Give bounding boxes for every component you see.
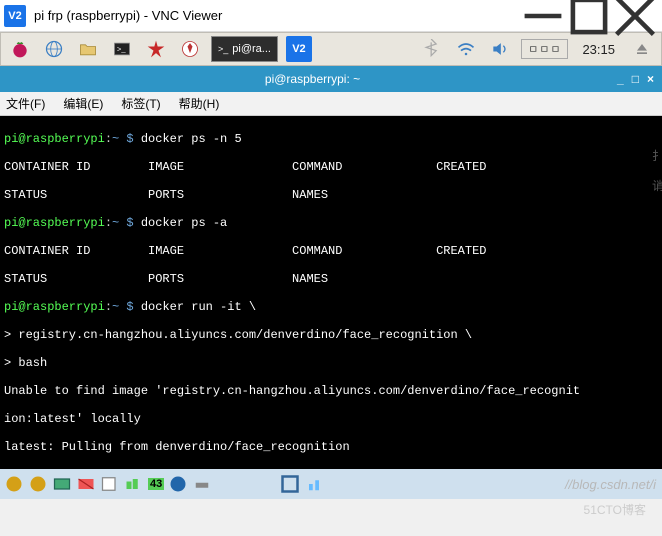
terminal-content[interactable]: pi@raspberrypi:~ $ docker ps -n 5 CONTAI… — [0, 116, 662, 469]
tray-icon[interactable] — [304, 475, 324, 493]
vnc-logo-icon: V2 — [4, 5, 26, 27]
task-label: pi@ra... — [232, 43, 271, 55]
volume-icon[interactable] — [487, 36, 513, 62]
taskbar-clock[interactable]: 23:15 — [582, 42, 615, 57]
inner-close-button[interactable]: × — [647, 72, 654, 86]
outer-window-titlebar: V2 pi frp (raspberrypi) - VNC Viewer — [0, 0, 662, 32]
side-char: 诮 — [652, 177, 662, 194]
output-line: CONTAINER ID IMAGE COMMAND CREATED — [4, 160, 658, 174]
taskbar-item-terminal[interactable]: >_ pi@ra... — [211, 36, 278, 62]
tray-icon[interactable] — [76, 475, 96, 493]
web-browser-icon[interactable] — [41, 36, 67, 62]
inner-maximize-button[interactable]: □ — [632, 72, 639, 86]
prompt-user: pi@raspberrypi — [4, 216, 105, 230]
minimize-button[interactable] — [520, 1, 566, 31]
menu-help[interactable]: 帮助(H) — [179, 95, 220, 112]
close-button[interactable] — [612, 1, 658, 31]
output-line: > registry.cn-hangzhou.aliyuncs.com/denv… — [4, 328, 658, 342]
tray-icon[interactable] — [100, 475, 120, 493]
battery-percent: 43 — [148, 478, 164, 490]
tray-icon[interactable] — [52, 475, 72, 493]
tray-icon[interactable] — [124, 475, 144, 493]
menu-tabs[interactable]: 标签(T) — [121, 95, 160, 112]
output-line: ion:latest' locally — [4, 412, 658, 426]
colon: : — [105, 216, 112, 230]
tray-icon[interactable] — [280, 475, 300, 493]
prompt-dollar: $ — [119, 132, 141, 146]
terminal-small-icon: >_ — [218, 44, 228, 54]
tray-icon[interactable] — [28, 475, 48, 493]
prompt-dollar: $ — [119, 216, 141, 230]
terminal-icon[interactable]: >_ — [109, 36, 135, 62]
command-text: docker run -it \ — [141, 300, 256, 314]
system-tray: ㅁㅁㅁ 23:15 — [419, 36, 655, 62]
outer-window-title: pi frp (raspberrypi) - VNC Viewer — [34, 8, 520, 23]
eject-icon[interactable] — [629, 36, 655, 62]
raspberry-menu-icon[interactable] — [7, 36, 33, 62]
output-line: > bash — [4, 356, 658, 370]
side-chars: 扌 诮 — [652, 140, 662, 200]
watermark-text: //blog.csdn.net/i — [565, 477, 656, 492]
rpi-taskbar: >_ >_ pi@ra... V2 ㅁㅁㅁ 23:15 — [0, 32, 662, 66]
keyboard-indicator[interactable]: ㅁㅁㅁ — [521, 39, 568, 59]
wolfram-icon[interactable] — [177, 36, 203, 62]
output-line: CONTAINER ID IMAGE COMMAND CREATED — [4, 244, 658, 258]
inner-minimize-button[interactable]: _ — [617, 72, 624, 86]
terminal-menubar: 文件(F) 编辑(E) 标签(T) 帮助(H) — [0, 92, 662, 116]
svg-text:>_: >_ — [117, 45, 126, 54]
menu-file[interactable]: 文件(F) — [6, 95, 45, 112]
terminal-window-titlebar: pi@raspberrypi: ~ _ □ × — [0, 66, 662, 92]
command-text: docker ps -a — [141, 216, 227, 230]
tray-icon[interactable] — [4, 475, 24, 493]
mathematica-spikey-icon[interactable] — [143, 36, 169, 62]
side-char: 扌 — [652, 147, 662, 164]
output-line: Unable to find image 'registry.cn-hangzh… — [4, 384, 658, 398]
output-line: STATUS PORTS NAMES — [4, 188, 658, 202]
menu-edit[interactable]: 编辑(E) — [63, 95, 103, 112]
prompt-dollar: $ — [119, 300, 141, 314]
command-text: docker ps -n 5 — [141, 132, 242, 146]
tray-icon[interactable] — [192, 475, 212, 493]
tray-icon[interactable] — [168, 475, 188, 493]
watermark-text-2: 51CTO博客 — [584, 501, 646, 518]
host-taskbar: 43 //blog.csdn.net/i — [0, 469, 662, 499]
prompt-user: pi@raspberrypi — [4, 132, 105, 146]
file-manager-icon[interactable] — [75, 36, 101, 62]
vnc-server-icon[interactable]: V2 — [286, 36, 312, 62]
prompt-user: pi@raspberrypi — [4, 300, 105, 314]
colon: : — [105, 132, 112, 146]
output-line: latest: Pulling from denverdino/face_rec… — [4, 440, 658, 454]
bluetooth-icon[interactable] — [419, 36, 445, 62]
wifi-icon[interactable] — [453, 36, 479, 62]
output-line: STATUS PORTS NAMES — [4, 272, 658, 286]
terminal-window-title: pi@raspberrypi: ~ — [8, 72, 617, 86]
maximize-button[interactable] — [566, 1, 612, 31]
colon: : — [105, 300, 112, 314]
